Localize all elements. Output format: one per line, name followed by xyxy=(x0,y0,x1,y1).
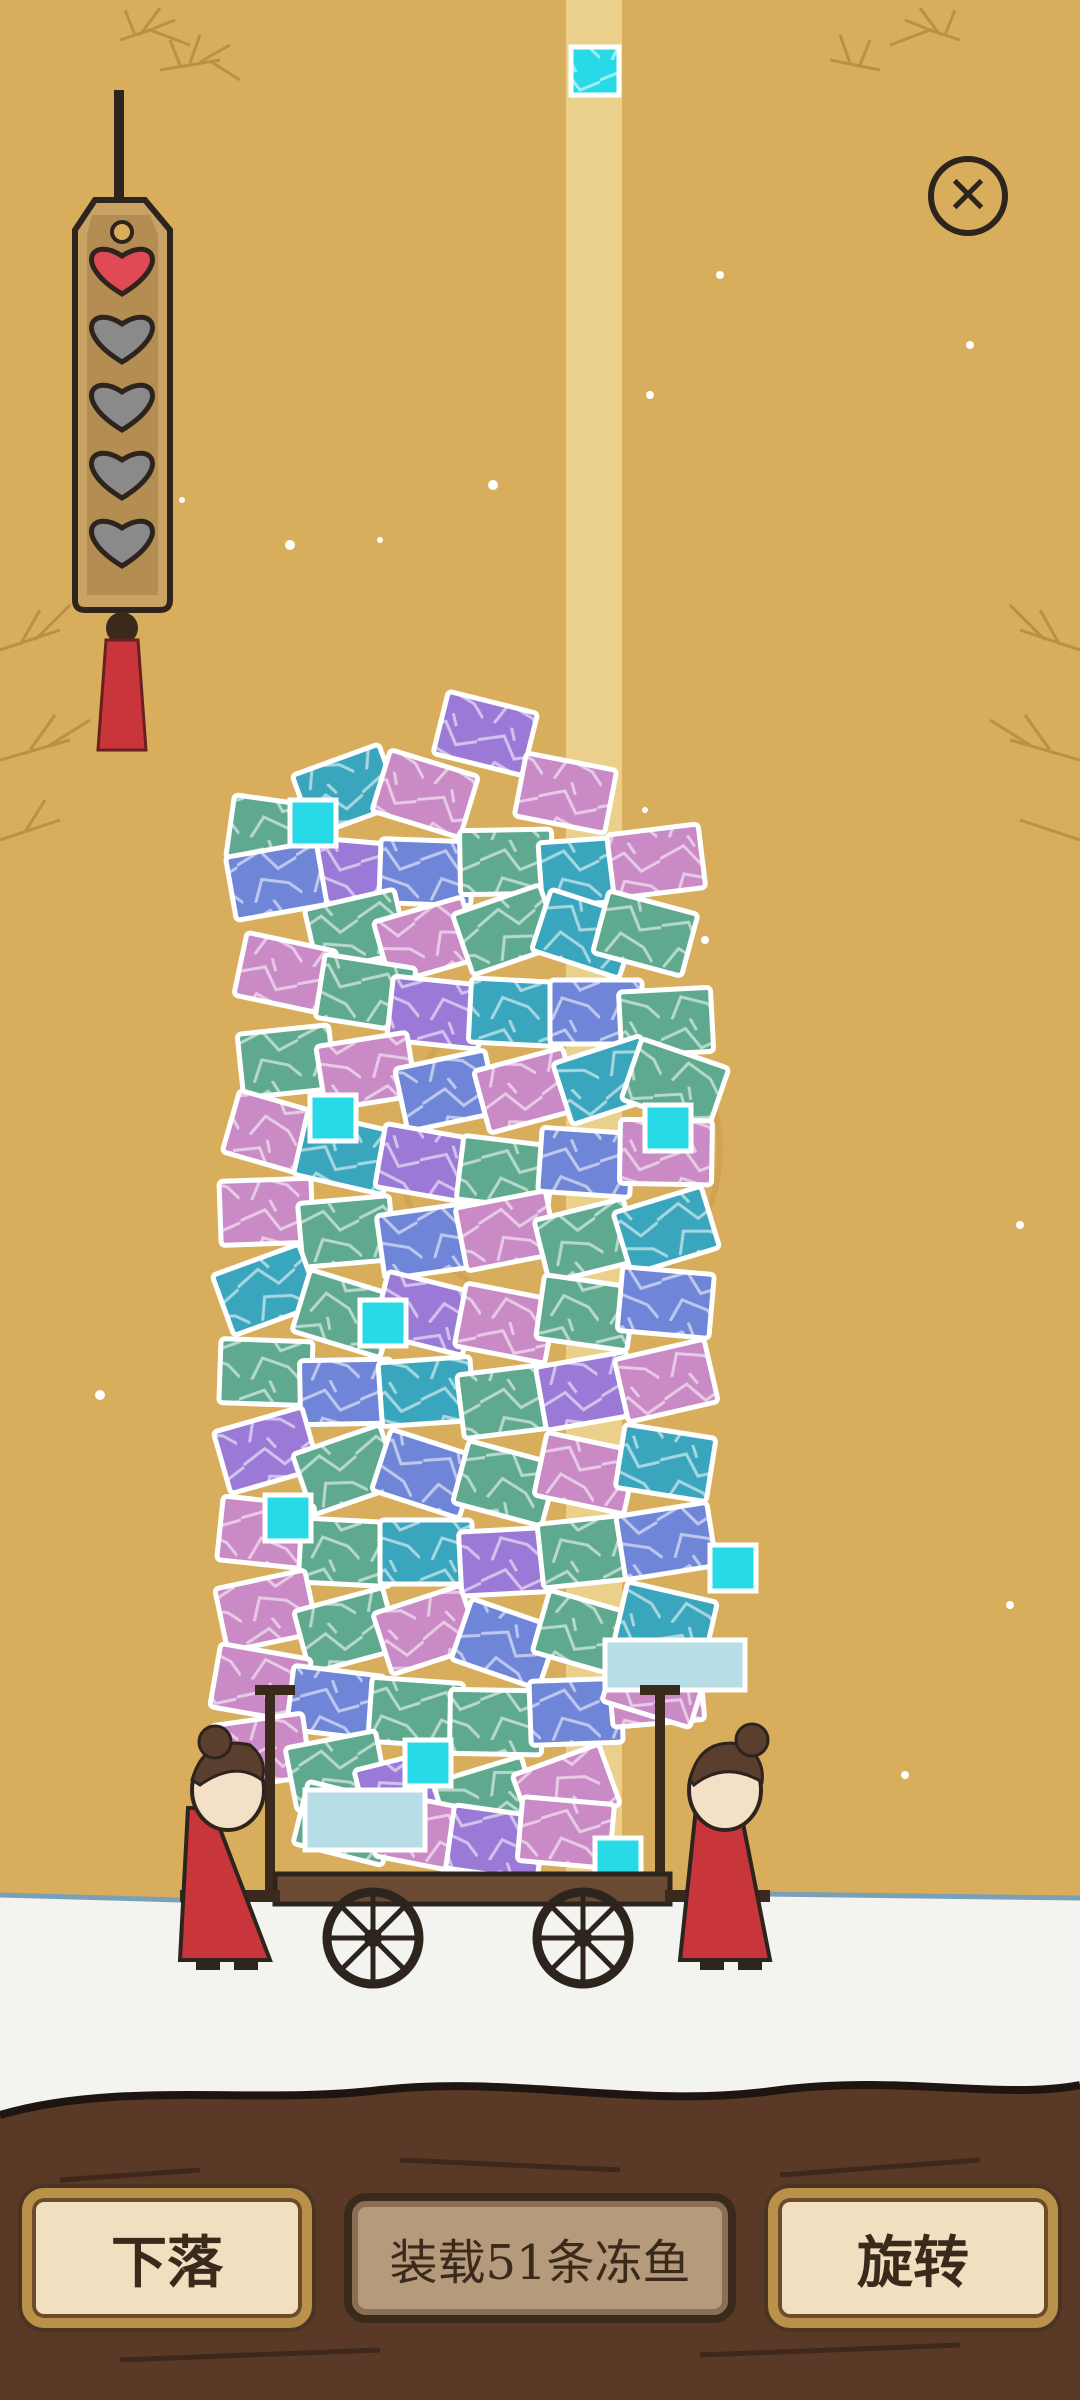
character-right xyxy=(677,1722,773,1970)
fish-block-icon xyxy=(612,1337,721,1424)
fish-block-icon xyxy=(307,1092,359,1144)
fish-block-icon xyxy=(357,1297,409,1349)
fish-block-icon xyxy=(613,1422,718,1504)
goal-text: 装载51条冻鱼 xyxy=(389,2235,691,2291)
rotate-button[interactable]: 旋转 xyxy=(768,2188,1058,2328)
cart-wheel-right xyxy=(532,1887,634,1989)
fish-block-icon xyxy=(613,1500,719,1582)
character-left xyxy=(177,1724,273,1970)
fish-block-icon xyxy=(512,751,619,836)
cart-wheel-left xyxy=(322,1887,424,1989)
fish-block-icon xyxy=(642,1102,694,1154)
fish-block-icon xyxy=(611,1184,722,1276)
drop-button-label: 下落 xyxy=(111,2229,223,2296)
lives-tag xyxy=(72,90,173,752)
fish-block-icon xyxy=(707,1542,759,1594)
tassel xyxy=(96,638,148,752)
fish-block-icon xyxy=(615,1264,717,1341)
goal-panel: 装载51条冻鱼 xyxy=(344,2193,736,2323)
fish-block-icon xyxy=(402,1737,454,1789)
fish-block-icon xyxy=(602,1637,748,1693)
frozen-fish-stack xyxy=(207,689,759,1887)
drop-button[interactable]: 下落 xyxy=(22,2188,312,2328)
falling-block[interactable] xyxy=(568,44,622,98)
close-button[interactable]: ✕ xyxy=(928,156,1008,236)
fish-block-icon xyxy=(302,1787,428,1853)
close-icon: ✕ xyxy=(946,166,990,226)
fish-block-icon xyxy=(262,1492,314,1544)
rotate-button-label: 旋转 xyxy=(857,2229,969,2296)
game-scene xyxy=(0,0,1080,2400)
fish-block-icon xyxy=(287,797,339,849)
fish-block-icon xyxy=(604,821,708,901)
